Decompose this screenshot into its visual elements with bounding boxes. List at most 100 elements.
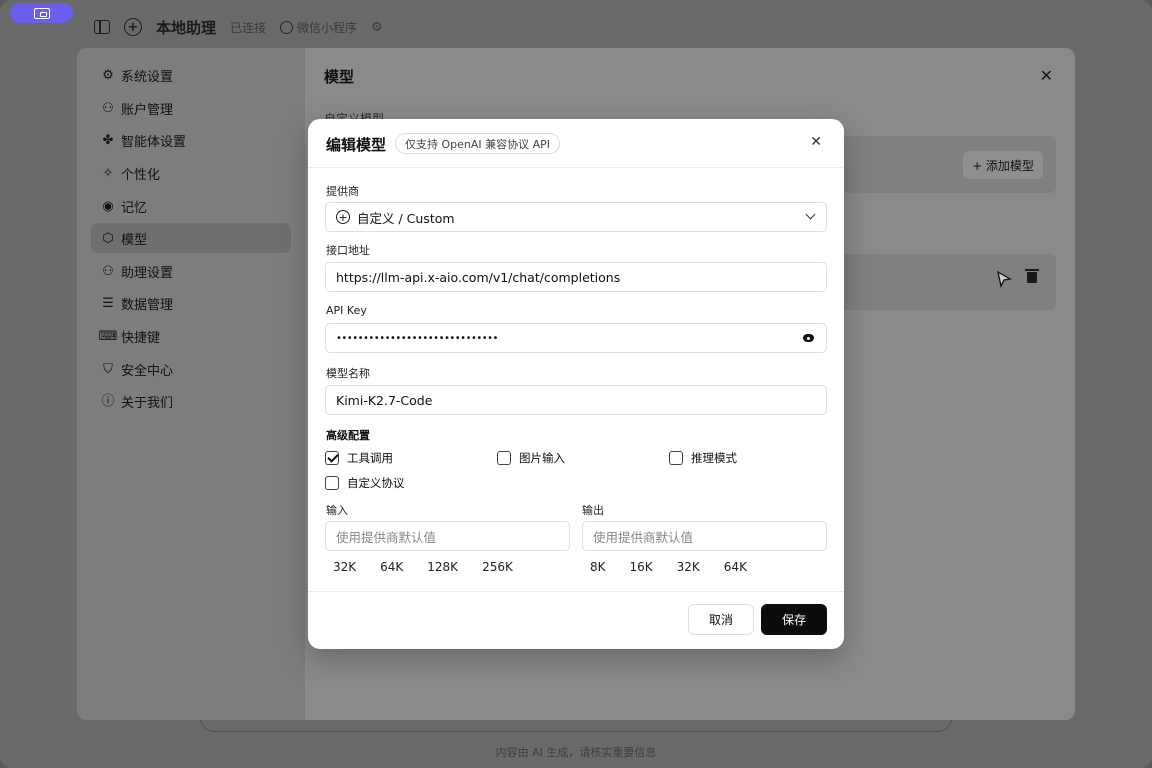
cancel-button[interactable]: 取消 bbox=[688, 604, 754, 635]
provider-value: 自定义 / Custom bbox=[357, 210, 455, 226]
checkbox-label: 工具调用 bbox=[347, 451, 393, 465]
top-bar: + 本地助理 已连接 微信小程序 ⚙ bbox=[94, 14, 383, 40]
sidebar-item-personalize[interactable]: ✧ 个性化 bbox=[91, 158, 291, 188]
gear-icon[interactable]: ⚙ bbox=[371, 20, 383, 35]
sidebar-item-about[interactable]: ⓘ 关于我们 bbox=[91, 386, 291, 416]
output-placeholder: 使用提供商默认值 bbox=[593, 529, 694, 545]
input-chips: 32K 64K 128K 256K bbox=[325, 555, 521, 579]
advanced-heading: 高级配置 bbox=[326, 429, 370, 442]
sidebar-item-model[interactable]: ⬡ 模型 bbox=[91, 223, 291, 253]
model-name-input[interactable]: Kimi-K2.7-Code bbox=[325, 385, 827, 415]
endpoint-value: https://llm-api.x-aio.com/v1/chat/comple… bbox=[336, 269, 621, 285]
sidebar-item-label: 个性化 bbox=[121, 167, 161, 183]
sidebar-item-label: 记忆 bbox=[121, 200, 148, 216]
sidebar-item-label: 助理设置 bbox=[121, 265, 174, 281]
edit-model-dialog: 编辑模型 仅支持 OpenAI 兼容协议 API ✕ 提供商 + 自定义 / C… bbox=[308, 119, 844, 649]
checkbox-label: 图片输入 bbox=[519, 451, 565, 465]
keyboard-icon: ⌨ bbox=[98, 328, 118, 344]
add-model-button[interactable]: + 添加模型 bbox=[963, 151, 1043, 179]
screen-icon bbox=[33, 7, 50, 19]
sidebar-item-shortcuts[interactable]: ⌨ 快捷键 bbox=[91, 321, 291, 351]
chip-16k[interactable]: 16K bbox=[622, 555, 661, 579]
checkbox-icon bbox=[325, 476, 339, 490]
output-chips: 8K 16K 32K 64K bbox=[582, 555, 755, 579]
connection-status: 已连接 bbox=[230, 20, 267, 35]
apikey-input[interactable]: •••••••••••••••••••••••••••••• bbox=[325, 323, 827, 353]
sidebar-item-label: 快捷键 bbox=[121, 330, 161, 346]
app-title: 本地助理 bbox=[156, 18, 217, 37]
screen-record-button[interactable] bbox=[10, 3, 73, 23]
sidebar-item-system[interactable]: ⚙ 系统设置 bbox=[91, 60, 291, 90]
output-tokens-field[interactable]: 使用提供商默认值 bbox=[582, 521, 827, 551]
ai-disclaimer: 内容由 AI 生成，请核实重要信息 bbox=[495, 746, 657, 759]
sidebar-item-data[interactable]: ☰ 数据管理 bbox=[91, 288, 291, 318]
sidebar-item-account[interactable]: ⚇ 账户管理 bbox=[91, 93, 291, 123]
model-name-value: Kimi-K2.7-Code bbox=[336, 392, 433, 408]
wechat-label: 微信小程序 bbox=[297, 20, 358, 35]
apikey-label: API Key bbox=[326, 304, 367, 317]
app-window: + 本地助理 已连接 微信小程序 ⚙ 内容由 AI 生成，请核实重要信息 ⚙ 系统… bbox=[0, 0, 1152, 768]
trash-icon[interactable] bbox=[1025, 269, 1039, 283]
apikey-value: •••••••••••••••••••••••••••••• bbox=[336, 332, 498, 344]
sidebar-item-label: 账户管理 bbox=[121, 102, 174, 118]
checkbox-label: 推理模式 bbox=[691, 451, 737, 465]
settings-sidebar: ⚙ 系统设置 ⚇ 账户管理 ✤ 智能体设置 ✧ 个性化 ◉ 记忆 ⬡ 模型 ⚇ 助理设置 ☰ 数… bbox=[77, 48, 305, 720]
custom-protocol-checkbox[interactable]: 自定义协议 bbox=[325, 475, 405, 491]
chip-256k[interactable]: 256K bbox=[474, 555, 521, 579]
image-input-checkbox[interactable]: 图片输入 bbox=[497, 450, 565, 466]
plus-circle-icon: + bbox=[336, 210, 350, 224]
sidebar-item-security[interactable]: ⛉ 安全中心 bbox=[91, 354, 291, 384]
chevron-down-icon bbox=[805, 209, 816, 220]
cursor-icon bbox=[997, 270, 1012, 288]
sidebar-item-label: 模型 bbox=[121, 232, 148, 248]
provider-select[interactable]: + 自定义 / Custom bbox=[325, 202, 827, 232]
wechat-miniprogram[interactable]: 微信小程序 bbox=[280, 19, 357, 36]
sidebar-item-agent[interactable]: ✤ 智能体设置 bbox=[91, 125, 291, 155]
sparkle-icon: ✧ bbox=[102, 165, 114, 181]
info-icon: ⓘ bbox=[101, 393, 115, 409]
checkbox-icon bbox=[497, 451, 511, 465]
compat-badge: 仅支持 OpenAI 兼容协议 API bbox=[395, 133, 561, 154]
user-gear-icon: ⚇ bbox=[102, 263, 114, 279]
dialog-header: 编辑模型 仅支持 OpenAI 兼容协议 API ✕ bbox=[308, 119, 844, 168]
checkbox-label: 自定义协议 bbox=[347, 476, 405, 490]
wechat-icon bbox=[280, 20, 294, 34]
sidebar-item-label: 数据管理 bbox=[121, 297, 174, 313]
tool-call-checkbox[interactable]: 工具调用 bbox=[325, 450, 393, 466]
chip-64k[interactable]: 64K bbox=[716, 555, 755, 579]
sidebar-item-label: 智能体设置 bbox=[121, 134, 187, 150]
sidebar-item-label: 系统设置 bbox=[121, 69, 174, 85]
chip-32k[interactable]: 32K bbox=[325, 555, 364, 579]
save-button[interactable]: 保存 bbox=[761, 604, 827, 635]
eye-icon[interactable] bbox=[803, 334, 814, 342]
sidebar-item-label: 关于我们 bbox=[121, 395, 174, 411]
close-icon[interactable]: ✕ bbox=[810, 134, 822, 150]
reasoning-checkbox[interactable]: 推理模式 bbox=[669, 450, 737, 466]
user-icon: ⚇ bbox=[102, 100, 114, 116]
input-tokens-field[interactable]: 使用提供商默认值 bbox=[325, 521, 570, 551]
puzzle-icon: ✤ bbox=[102, 132, 114, 148]
dialog-title: 编辑模型 bbox=[326, 136, 387, 154]
chip-32k[interactable]: 32K bbox=[669, 555, 708, 579]
provider-label: 提供商 bbox=[326, 185, 359, 198]
sidebar-toggle-icon[interactable] bbox=[94, 20, 110, 34]
sidebar-item-memory[interactable]: ◉ 记忆 bbox=[91, 191, 291, 221]
endpoint-label: 接口地址 bbox=[326, 244, 370, 257]
chip-128k[interactable]: 128K bbox=[419, 555, 466, 579]
new-chat-icon[interactable]: + bbox=[124, 18, 142, 36]
input-label: 输入 bbox=[326, 504, 348, 517]
page-title: 模型 bbox=[324, 68, 355, 86]
close-icon[interactable]: ✕ bbox=[1040, 66, 1053, 85]
database-icon: ☰ bbox=[102, 295, 114, 311]
cube-icon: ⬡ bbox=[102, 230, 114, 246]
input-placeholder: 使用提供商默认值 bbox=[336, 529, 437, 545]
model-name-label: 模型名称 bbox=[326, 367, 370, 380]
endpoint-input[interactable]: https://llm-api.x-aio.com/v1/chat/comple… bbox=[325, 262, 827, 292]
footer-divider bbox=[308, 591, 844, 592]
chip-64k[interactable]: 64K bbox=[372, 555, 411, 579]
output-label: 输出 bbox=[582, 504, 604, 517]
sidebar-item-assistant[interactable]: ⚇ 助理设置 bbox=[91, 256, 291, 286]
gear-icon: ⚙ bbox=[102, 67, 114, 83]
chip-8k[interactable]: 8K bbox=[582, 555, 614, 579]
sidebar-item-label: 安全中心 bbox=[121, 363, 174, 379]
